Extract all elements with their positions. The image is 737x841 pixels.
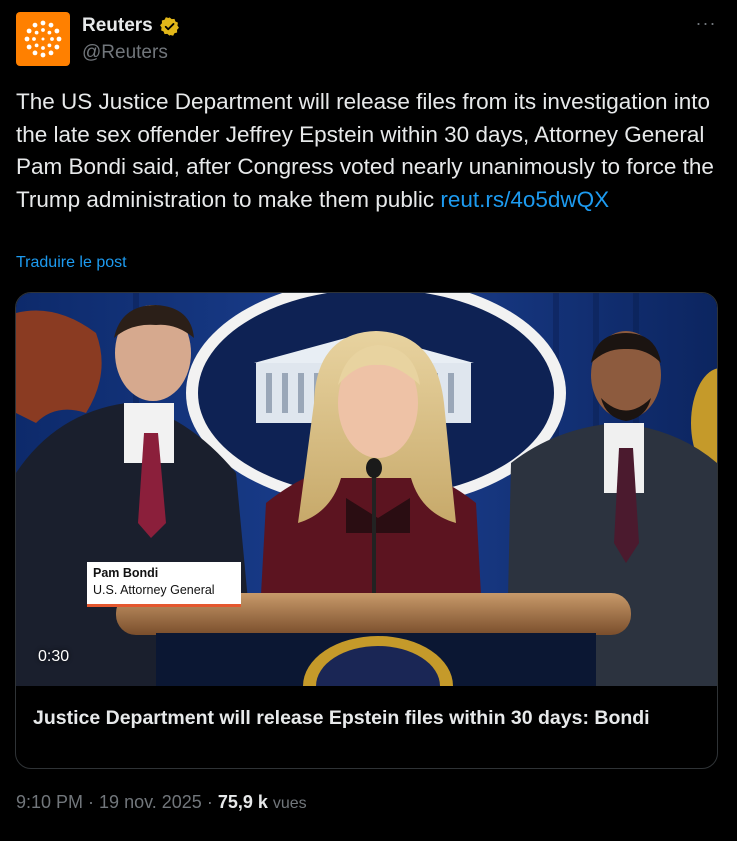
verified-badge-icon[interactable]: [159, 16, 180, 37]
post-text: The US Justice Department will release f…: [16, 86, 721, 216]
more-options-icon[interactable]: ···: [691, 14, 721, 38]
meta-separator-2: ·: [201, 792, 218, 812]
translate-post-link[interactable]: Traduire le post: [16, 254, 127, 272]
author-name-row[interactable]: Reuters: [82, 15, 180, 37]
post-time[interactable]: 9:10 PM: [16, 792, 83, 812]
views-count: 75,9 k: [217, 792, 268, 812]
post-link[interactable]: reut.rs/4o5dwQX: [440, 187, 609, 212]
post-body: The US Justice Department will release f…: [16, 89, 714, 212]
reuters-logo-icon: [24, 20, 62, 58]
video-card[interactable]: Pam Bondi U.S. Attorney General 0:30 Jus…: [15, 292, 718, 769]
lower-third-title: U.S. Attorney General: [93, 583, 215, 597]
author-name[interactable]: Reuters: [82, 15, 153, 37]
post-meta: 9:10 PM · 19 nov. 2025 · 75,9 k vues: [16, 792, 307, 813]
lower-third-caption: Pam Bondi U.S. Attorney General: [87, 562, 241, 607]
video-card-title[interactable]: Justice Department will release Epstein …: [33, 705, 693, 732]
avatar[interactable]: [16, 12, 70, 66]
video-duration: 0:30: [38, 648, 70, 665]
meta-separator: ·: [83, 792, 100, 812]
video-player[interactable]: Pam Bondi U.S. Attorney General 0:30: [16, 293, 717, 686]
video-frame-illustration: [16, 293, 717, 686]
views-label: vues: [272, 795, 307, 812]
author-handle[interactable]: @Reuters: [82, 42, 168, 64]
lower-third-name: Pam Bondi: [93, 566, 159, 580]
post-header: Reuters @Reuters ···: [16, 12, 721, 68]
post-date[interactable]: 19 nov. 2025: [99, 792, 202, 812]
